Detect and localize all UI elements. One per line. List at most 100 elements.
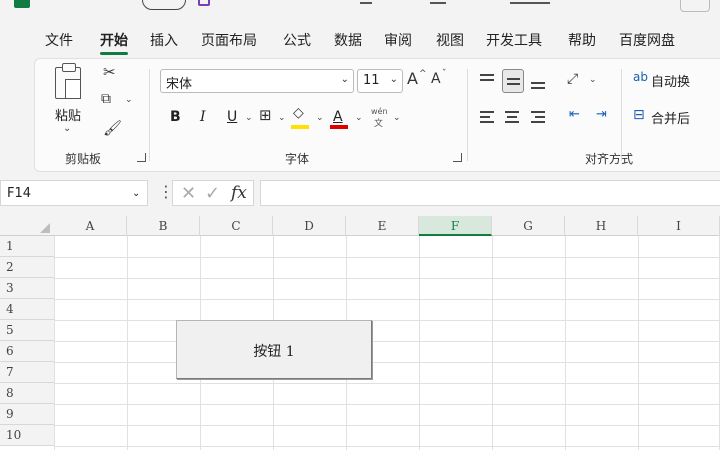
column-header-h[interactable]: H [565,216,638,236]
title-fragment [510,2,550,4]
autosave-toggle[interactable] [142,0,186,10]
column-header-d[interactable]: D [273,216,346,236]
grid-line [54,446,720,447]
grid-line [419,236,420,450]
row-header-4[interactable]: 4 [0,299,54,320]
font-group-label: 字体 [285,152,310,166]
tab-baidu-netdisk[interactable]: 百度网盘 [619,30,675,50]
save-icon[interactable] [198,0,210,6]
phonetic-chevron-down-icon[interactable]: ⌄ [393,113,401,123]
cancel-icon[interactable]: ✕ [181,183,196,204]
tab-review[interactable]: 审阅 [384,30,412,50]
font-color-icon[interactable]: A [333,109,343,125]
align-center-button[interactable] [502,107,524,131]
increase-indent-icon[interactable]: ⇥ [596,107,607,122]
tab-insert[interactable]: 插入 [150,30,178,50]
align-left-button[interactable] [477,107,499,131]
font-launcher-icon[interactable] [453,153,462,162]
column-header-a[interactable]: A [54,216,127,236]
align-top-button[interactable] [477,69,499,93]
clipboard-launcher-icon[interactable] [137,153,146,162]
paste-icon[interactable] [55,63,81,99]
tab-page-layout[interactable]: 页面布局 [201,30,257,50]
align-right-button[interactable] [528,107,550,131]
grid-line [54,236,55,450]
orientation-chevron-down-icon[interactable]: ⌄ [589,75,597,85]
row-header-6[interactable]: 6 [0,341,54,362]
row-header-7[interactable]: 7 [0,362,54,383]
cut-icon[interactable]: ✂ [103,63,116,81]
tab-view[interactable]: 视图 [436,30,464,50]
form-control-button[interactable]: 按钮 1 [176,320,372,379]
paste-button[interactable]: 粘贴 [55,105,81,124]
tab-help[interactable]: 帮助 [568,30,596,50]
tab-home[interactable]: 开始 [100,30,128,55]
grid-line [54,362,720,363]
align-bottom-button[interactable] [528,69,550,93]
row-header-3[interactable]: 3 [0,278,54,299]
grid-line [54,425,720,426]
column-header-e[interactable]: E [346,216,419,236]
bold-button[interactable]: B [170,109,181,125]
underline-button[interactable]: U [227,109,237,125]
column-header-f[interactable]: F [419,216,492,236]
excel-logo-icon [14,0,30,8]
grid-line [492,236,493,450]
column-header-c[interactable]: C [200,216,273,236]
title-fragment [430,2,446,4]
tab-file[interactable]: 文件 [45,30,73,50]
merge-center-button[interactable]: 合并后 [651,108,690,127]
name-box[interactable]: F14 ⌄ [0,180,148,206]
ribbon-home: 粘贴 ⌄ ✂ ⧉ ⌄ 🖌 剪贴板 宋体 ⌄ 11 ⌄ A ^ A ˇ B I U… [34,58,720,172]
orientation-icon[interactable]: ⤢ [567,71,578,87]
fill-chevron-down-icon[interactable]: ⌄ [316,113,324,123]
tab-data[interactable]: 数据 [334,30,362,50]
copy-chevron-down-icon[interactable]: ⌄ [125,95,133,105]
paste-chevron-down-icon[interactable]: ⌄ [63,123,71,134]
fill-color-icon[interactable]: ◇ [293,105,304,121]
row-header-2[interactable]: 2 [0,257,54,278]
border-chevron-down-icon[interactable]: ⌄ [278,113,286,123]
ribbon-display-options-button[interactable] [680,0,710,12]
title-fragment [360,2,372,4]
align-middle-button[interactable] [502,69,524,93]
column-header-i[interactable]: I [638,216,720,236]
select-all-button[interactable] [0,216,54,236]
row-header-9[interactable]: 9 [0,404,54,425]
group-divider [621,69,622,161]
column-header-b[interactable]: B [127,216,200,236]
fill-color-swatch [291,125,309,129]
row-header-1[interactable]: 1 [0,236,54,257]
tab-developer[interactable]: 开发工具 [486,30,542,50]
tab-formulas[interactable]: 公式 [283,30,311,50]
font-name-select[interactable]: 宋体 ⌄ [160,69,354,93]
chevron-down-icon[interactable]: ⌄ [132,188,140,199]
copy-icon[interactable]: ⧉ [101,91,111,107]
decrease-font-size-button[interactable]: A [431,71,441,87]
formula-buttons: ✕ ✓ fx [172,180,254,206]
italic-button[interactable]: I [200,109,206,125]
decrease-indent-icon[interactable]: ⇤ [569,107,580,122]
clipboard-group-label: 剪贴板 [65,152,102,166]
wrap-text-button[interactable]: 自动换 [651,71,690,90]
phonetic-bottom[interactable]: 文 [374,116,383,129]
row-header-5[interactable]: 5 [0,320,54,341]
phonetic-top[interactable]: wén [371,107,388,116]
format-painter-icon[interactable]: 🖌 [103,119,122,137]
border-icon[interactable]: ⊞ [259,106,272,124]
underline-chevron-down-icon[interactable]: ⌄ [245,113,253,123]
enter-icon[interactable]: ✓ [205,183,220,204]
increase-font-size-button[interactable]: A [407,69,418,88]
grid-line [54,320,720,321]
merge-icon[interactable]: ⊟ [633,107,645,123]
chevron-down-icon: ⌄ [389,74,398,85]
row-header-8[interactable]: 8 [0,383,54,404]
insert-function-button[interactable]: fx [231,183,247,203]
grid-line [54,299,720,300]
font-size-select[interactable]: 11 ⌄ [357,69,403,93]
formula-input[interactable] [260,180,720,206]
wrap-text-icon[interactable]: ab [633,70,648,84]
row-header-10[interactable]: 10 [0,425,54,446]
column-header-g[interactable]: G [492,216,565,236]
font-color-chevron-down-icon[interactable]: ⌄ [355,113,363,123]
